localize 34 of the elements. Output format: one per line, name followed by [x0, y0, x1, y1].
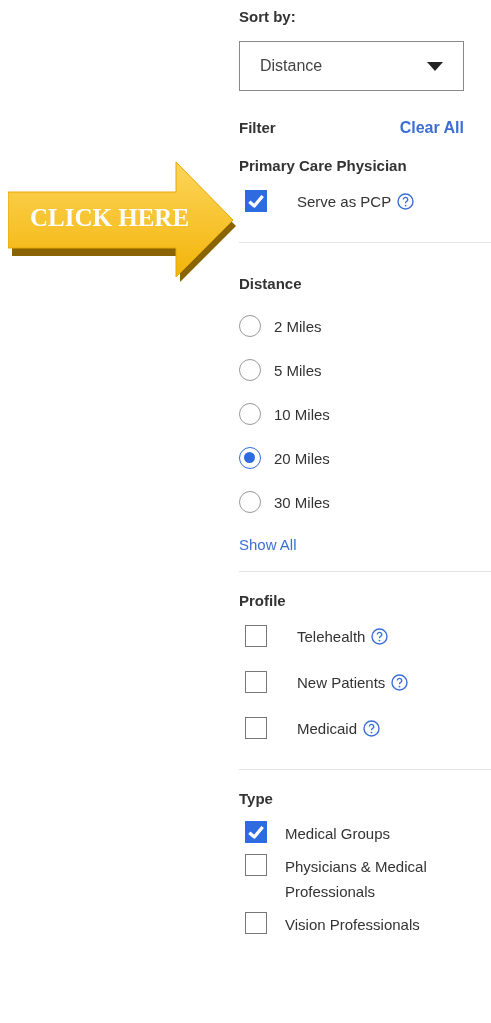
section-heading: Primary Care Physician [239, 157, 408, 174]
section-heading: Type [239, 790, 274, 807]
show-all-link[interactable]: Show All [239, 536, 297, 553]
option-label: 20 Miles [274, 449, 330, 467]
help-icon[interactable] [363, 719, 381, 737]
option-label: Medicaid [297, 719, 358, 737]
checkbox[interactable] [245, 671, 267, 693]
caret-icon [427, 61, 443, 71]
filter-heading: Filter [239, 119, 276, 137]
option-label: 2 Miles [274, 317, 322, 335]
help-icon[interactable] [391, 673, 409, 691]
option-label: Vision Professionals [285, 915, 421, 935]
section-heading: Distance [239, 275, 303, 292]
option-label: New Patients [297, 673, 386, 691]
help-icon[interactable] [397, 192, 415, 210]
checkbox[interactable] [245, 854, 267, 876]
option-label: Serve as PCP [297, 192, 392, 210]
callout-label: CLICK HERE [30, 204, 190, 232]
checkbox[interactable] [245, 821, 267, 843]
help-icon[interactable] [371, 627, 389, 645]
sort-label: Sort by: [239, 8, 297, 25]
sort-dropdown[interactable]: Distance [239, 41, 464, 91]
option-label: 10 Miles [274, 405, 330, 423]
option-label: 5 Miles [274, 361, 322, 379]
checkbox[interactable] [245, 912, 267, 934]
option-label: Telehealth [297, 627, 366, 645]
checkbox[interactable] [245, 625, 267, 647]
checkbox[interactable] [245, 717, 267, 739]
option-label: Medical Groups [285, 824, 392, 844]
checkbox[interactable] [245, 190, 267, 212]
option-label: 30 Miles [274, 493, 330, 511]
clear-all-link[interactable]: Clear All [399, 119, 464, 137]
section-heading: Profile [239, 592, 287, 609]
option-label: Physicians & Medical Professionals [285, 857, 428, 902]
